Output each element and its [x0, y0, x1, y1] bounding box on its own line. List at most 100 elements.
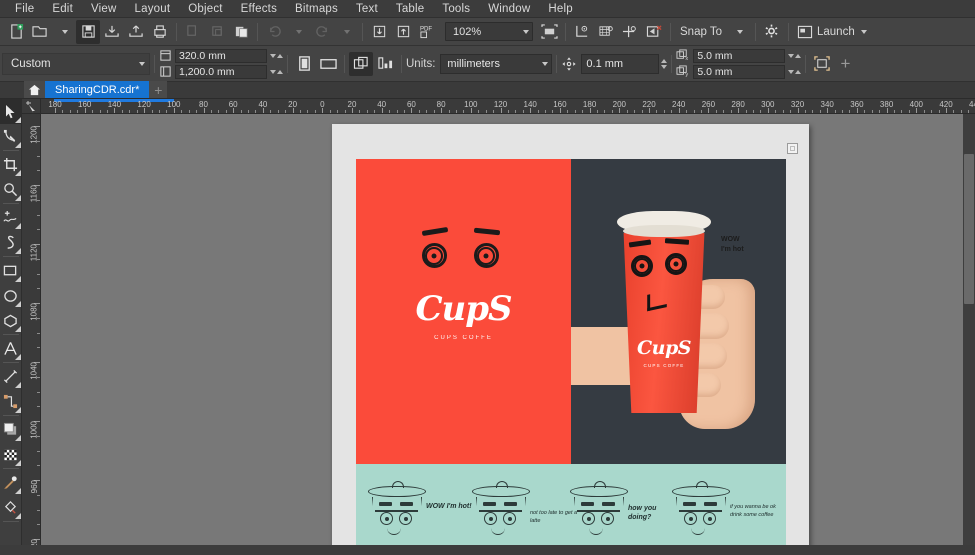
undo-icon[interactable]	[262, 20, 286, 44]
edit-page-border-button[interactable]	[810, 52, 834, 76]
menu-item-object[interactable]: Object	[179, 2, 231, 16]
launch-group[interactable]: Launch	[793, 21, 871, 43]
snap-to-label[interactable]: Snap To	[675, 26, 727, 38]
redo-icon[interactable]	[310, 20, 334, 44]
drop-shadow-tool-flyout-arrow[interactable]	[15, 435, 21, 441]
crop-tool[interactable]	[0, 152, 22, 177]
horizontal-ruler[interactable]: 1801601401201008060402002040608010012014…	[41, 99, 975, 114]
page-height-spinner[interactable]	[270, 70, 283, 74]
parallel-dimension-tool[interactable]	[0, 364, 22, 389]
pick-tool-flyout-arrow[interactable]	[15, 117, 21, 123]
artwork-group[interactable]: CupS CUPS COFFE	[356, 159, 786, 545]
interactive-fill-tool-flyout-arrow[interactable]	[15, 513, 21, 519]
freehand-tool-flyout-arrow[interactable]	[15, 223, 21, 229]
transparency-tool-flyout-arrow[interactable]	[15, 460, 21, 466]
zoom-dropdown-caret[interactable]	[523, 30, 529, 34]
new-tab-button[interactable]: +	[149, 81, 167, 98]
open-document-icon[interactable]	[28, 20, 52, 44]
polygon-tool[interactable]	[0, 308, 22, 333]
ruler-origin-corner[interactable]	[22, 99, 41, 114]
ellipse-tool[interactable]	[0, 283, 22, 308]
paste-icon[interactable]	[229, 20, 253, 44]
connector-tool[interactable]	[0, 389, 22, 414]
menu-item-bitmaps[interactable]: Bitmaps	[286, 2, 347, 16]
menu-item-window[interactable]: Window	[479, 2, 539, 16]
parallel-dimension-tool-flyout-arrow[interactable]	[15, 382, 21, 388]
duplicate-y-spinner[interactable]	[788, 70, 801, 74]
freehand-tool[interactable]	[0, 205, 22, 230]
ellipse-tool-flyout-arrow[interactable]	[15, 301, 21, 307]
color-eyedropper-tool-flyout-arrow[interactable]	[15, 488, 21, 494]
polygon-tool-flyout-arrow[interactable]	[15, 326, 21, 332]
all-pages-button[interactable]	[349, 52, 373, 76]
show-grid-icon[interactable]	[594, 20, 618, 44]
artistic-media-tool-flyout-arrow[interactable]	[15, 248, 21, 254]
zoom-level-combo[interactable]: 102%	[445, 22, 533, 41]
export-icon[interactable]	[124, 20, 148, 44]
duplicate-y-field[interactable]: 5.0 mm	[693, 65, 785, 79]
redo-dropdown-caret[interactable]	[334, 20, 358, 44]
show-rulers-icon[interactable]	[570, 20, 594, 44]
menu-item-edit[interactable]: Edit	[43, 2, 82, 16]
menu-item-table[interactable]: Table	[387, 2, 434, 16]
menu-item-tools[interactable]: Tools	[433, 2, 479, 16]
crop-tool-flyout-arrow[interactable]	[15, 170, 21, 176]
transparency-tool[interactable]	[0, 442, 22, 467]
page-size-select[interactable]: Custom	[2, 53, 150, 75]
shape-tool-flyout-arrow[interactable]	[15, 142, 21, 148]
vertical-scrollbar[interactable]	[963, 114, 975, 545]
page-height-field[interactable]: 1,200.0 mm	[175, 65, 267, 79]
launch-dropdown-caret[interactable]	[861, 30, 867, 34]
product-photo-panel[interactable]: CupS CUPS COFFE WOW I'm hot	[571, 159, 786, 464]
connector-tool-flyout-arrow[interactable]	[15, 407, 21, 413]
document-page[interactable]: CupS CUPS COFFE	[332, 124, 809, 545]
undo-dropdown-caret[interactable]	[286, 20, 310, 44]
open-dropdown-caret[interactable]	[52, 20, 76, 44]
menu-item-effects[interactable]: Effects	[232, 2, 286, 16]
page-width-field[interactable]: 320.0 mm	[175, 49, 267, 63]
zoom-tool[interactable]	[0, 177, 22, 202]
hide-bounding-box-icon[interactable]	[642, 20, 666, 44]
menu-item-text[interactable]: Text	[347, 2, 387, 16]
cut-icon[interactable]	[205, 20, 229, 44]
nudge-distance-field[interactable]: 0.1 mm	[581, 54, 659, 74]
menu-item-help[interactable]: Help	[539, 2, 581, 16]
new-document-icon[interactable]	[4, 20, 28, 44]
shape-tool[interactable]	[0, 124, 22, 149]
pick-tool[interactable]	[0, 99, 22, 124]
rectangle-tool-flyout-arrow[interactable]	[15, 276, 21, 282]
zoom-to-fit-icon[interactable]	[537, 20, 561, 44]
zoom-tool-flyout-arrow[interactable]	[15, 195, 21, 201]
home-tab[interactable]	[24, 81, 45, 98]
nudge-spinner[interactable]	[661, 59, 667, 69]
export-up-icon[interactable]	[391, 20, 415, 44]
text-tool[interactable]	[0, 336, 22, 361]
import-down-icon[interactable]	[367, 20, 391, 44]
save-document-icon[interactable]	[76, 20, 100, 44]
orientation-portrait-button[interactable]	[292, 52, 316, 76]
drawing-canvas[interactable]: CupS CUPS COFFE	[41, 114, 975, 545]
menu-item-view[interactable]: View	[82, 2, 126, 16]
publish-pdf-icon[interactable]: PDF	[415, 20, 439, 44]
vertical-scrollbar-thumb[interactable]	[964, 154, 974, 304]
duplicate-x-field[interactable]: 5.0 mm	[693, 49, 785, 63]
menu-item-layout[interactable]: Layout	[126, 2, 180, 16]
copy-icon[interactable]	[181, 20, 205, 44]
import-icon[interactable]	[100, 20, 124, 44]
document-tab-sharingcdr[interactable]: SharingCDR.cdr*	[45, 81, 149, 98]
page-size-caret[interactable]	[139, 62, 145, 66]
logo-panel[interactable]: CupS CUPS COFFE	[356, 159, 571, 464]
units-caret[interactable]	[542, 62, 548, 66]
interactive-fill-tool[interactable]	[0, 495, 22, 520]
rectangle-tool[interactable]	[0, 258, 22, 283]
show-guidelines-icon[interactable]	[618, 20, 642, 44]
add-toolbar-item-button[interactable]: +	[834, 53, 856, 75]
menu-item-file[interactable]: File	[6, 2, 43, 16]
orientation-landscape-button[interactable]	[316, 52, 340, 76]
vertical-ruler[interactable]: 120011601120108010401000960920	[22, 114, 41, 545]
snap-to-dropdown-caret[interactable]	[727, 20, 751, 44]
artistic-media-tool[interactable]	[0, 230, 22, 255]
artwork-bottom-section[interactable]: WOW I'm hot!	[356, 464, 786, 545]
color-eyedropper-tool[interactable]	[0, 470, 22, 495]
print-icon[interactable]	[148, 20, 172, 44]
